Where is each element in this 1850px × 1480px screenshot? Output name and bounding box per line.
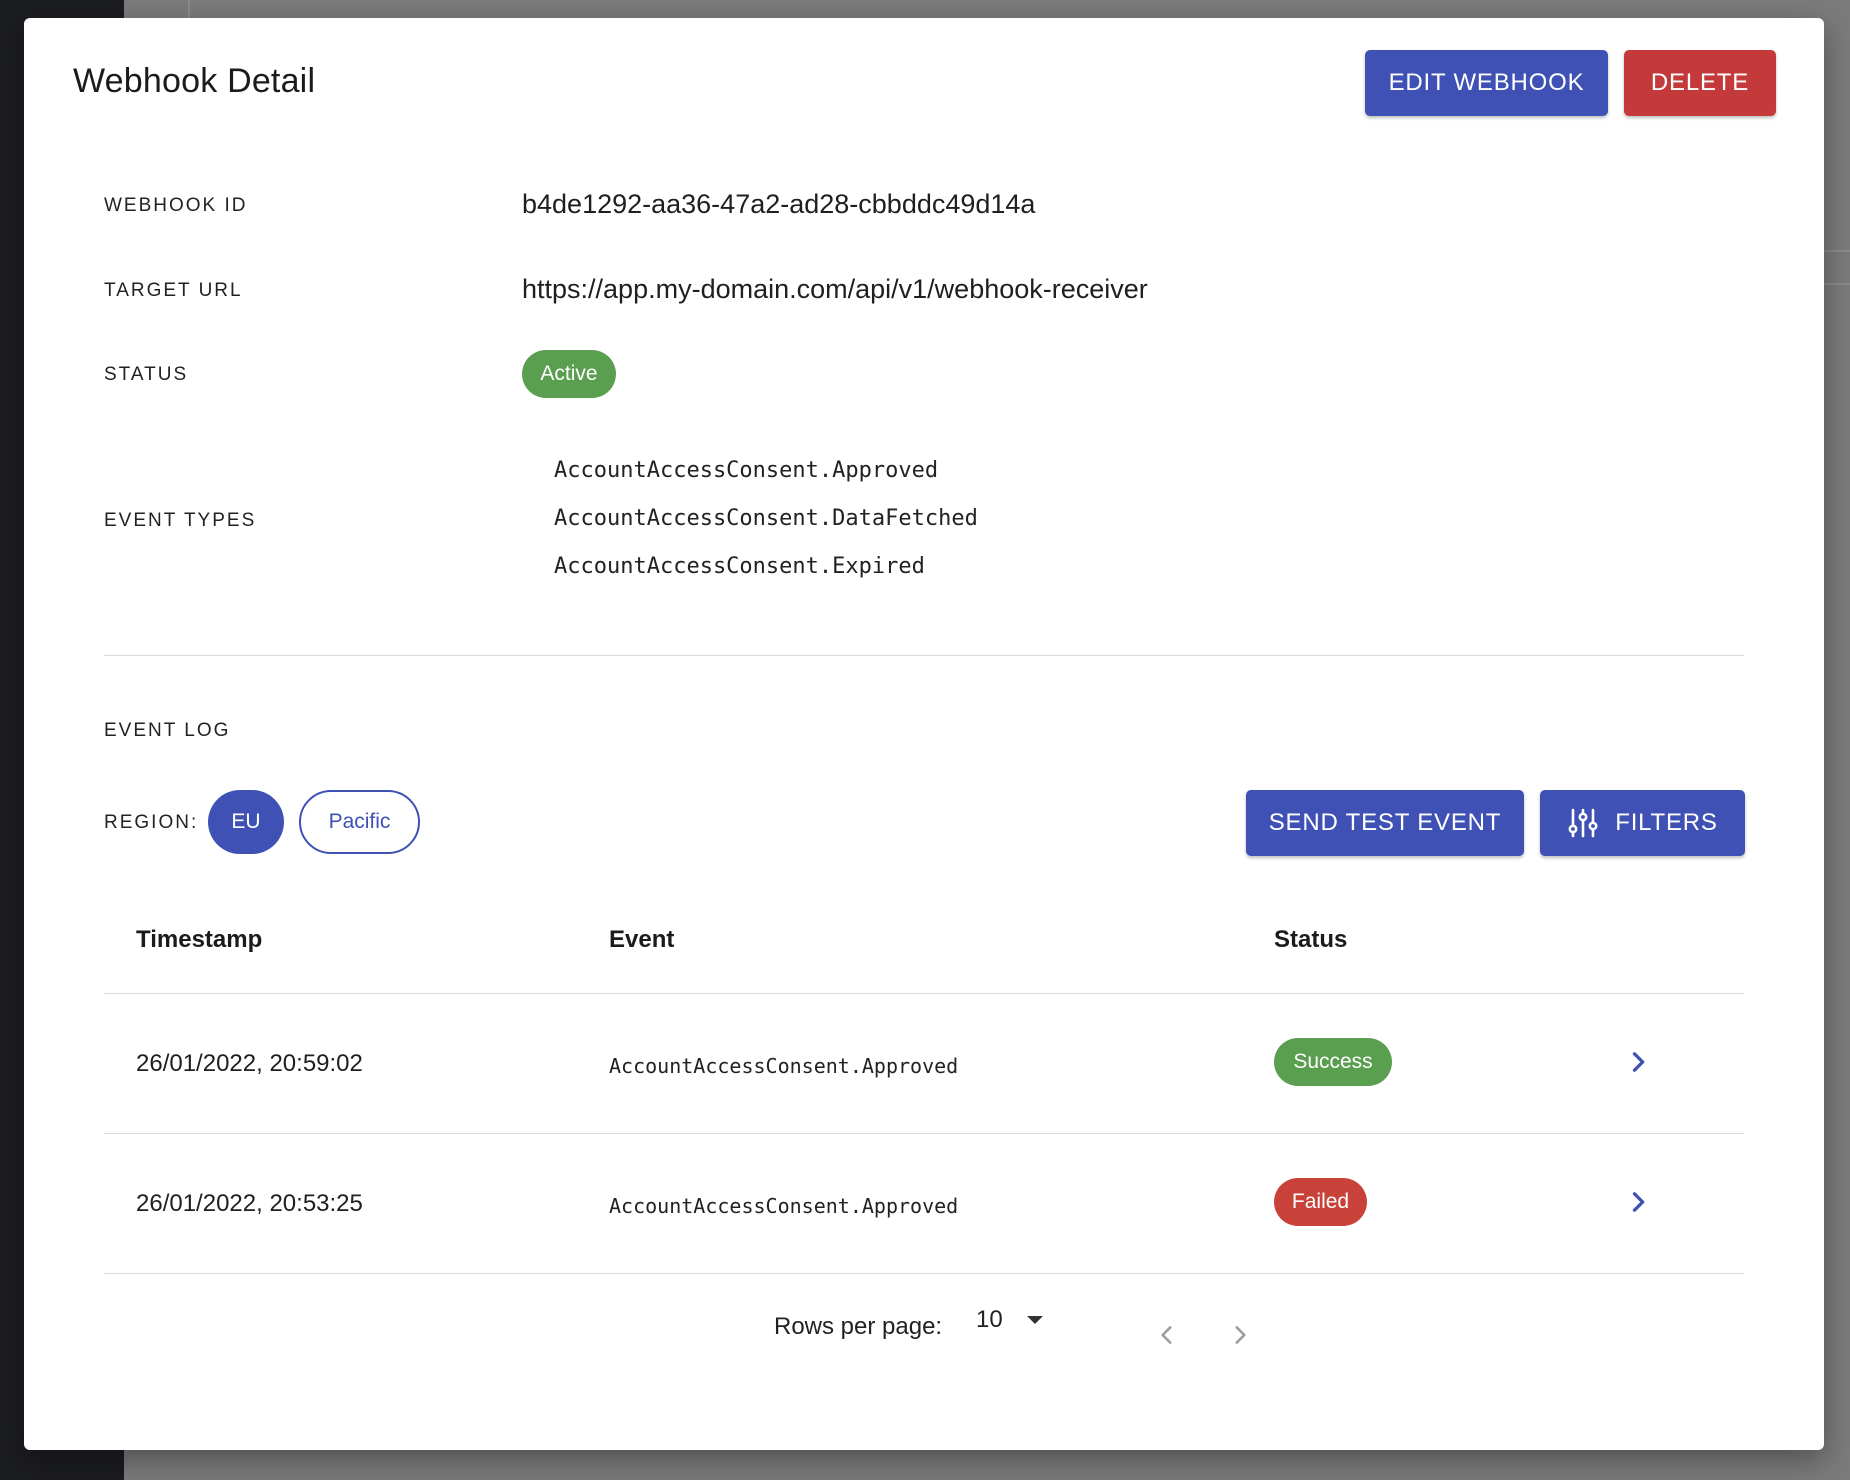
row-divider (104, 1133, 1744, 1134)
row-status-badge: Success (1274, 1038, 1392, 1086)
row-timestamp: 26/01/2022, 20:53:25 (136, 1190, 363, 1217)
webhook-id-value: b4de1292-aa36-47a2-ad28-cbbddc49d14a (522, 189, 1036, 219)
event-type-item: AccountAccessConsent.DataFetched (554, 506, 978, 531)
delete-button[interactable]: DELETE (1624, 50, 1776, 116)
region-chip-pacific[interactable]: Pacific (299, 790, 420, 854)
row-event: AccountAccessConsent.Approved (609, 1054, 959, 1078)
webhook-id-label: WEBHOOK ID (104, 195, 248, 216)
row-event: AccountAccessConsent.Approved (609, 1194, 959, 1218)
row-status-badge: Failed (1274, 1178, 1367, 1226)
tune-icon (1568, 808, 1598, 838)
column-header-timestamp: Timestamp (136, 926, 263, 953)
filters-label: FILTERS (1615, 809, 1718, 836)
column-header-status: Status (1274, 926, 1348, 953)
rows-per-page-value: 10 (976, 1306, 1003, 1333)
region-label: REGION: (104, 812, 199, 833)
row-timestamp: 26/01/2022, 20:59:02 (136, 1050, 363, 1077)
webhook-detail-dialog: Webhook Detail EDIT WEBHOOK DELETE WEBHO… (24, 18, 1824, 1450)
event-type-item: AccountAccessConsent.Approved (554, 458, 939, 483)
rows-per-page-select[interactable]: 10 (976, 1306, 1045, 1334)
section-divider (104, 655, 1744, 656)
send-test-event-button[interactable]: SEND TEST EVENT (1246, 790, 1524, 856)
status-badge: Active (522, 350, 616, 398)
edit-webhook-button[interactable]: EDIT WEBHOOK (1365, 50, 1608, 116)
event-log-heading: EVENT LOG (104, 720, 231, 741)
background-divider (1824, 283, 1850, 285)
event-type-item: AccountAccessConsent.Expired (554, 554, 925, 579)
region-chip-eu[interactable]: EU (208, 790, 284, 854)
row-divider (104, 1273, 1744, 1274)
background-divider (1824, 250, 1850, 252)
arrow-drop-down-icon (1026, 1316, 1043, 1324)
event-types-label: EVENT TYPES (104, 510, 257, 531)
chevron-right-icon[interactable] (1624, 1048, 1652, 1076)
filters-button[interactable]: FILTERS (1540, 790, 1745, 856)
chevron-right-icon[interactable] (1624, 1188, 1652, 1216)
dialog-title: Webhook Detail (73, 62, 316, 100)
table-header-divider (104, 993, 1744, 994)
target-url-value: https://app.my-domain.com/api/v1/webhook… (522, 274, 1148, 304)
chevron-right-icon[interactable] (1227, 1322, 1253, 1348)
status-label: STATUS (104, 364, 189, 385)
chevron-left-icon[interactable] (1154, 1322, 1180, 1348)
rows-per-page-label: Rows per page: (774, 1313, 943, 1340)
column-header-event: Event (609, 926, 675, 953)
target-url-label: TARGET URL (104, 280, 243, 301)
